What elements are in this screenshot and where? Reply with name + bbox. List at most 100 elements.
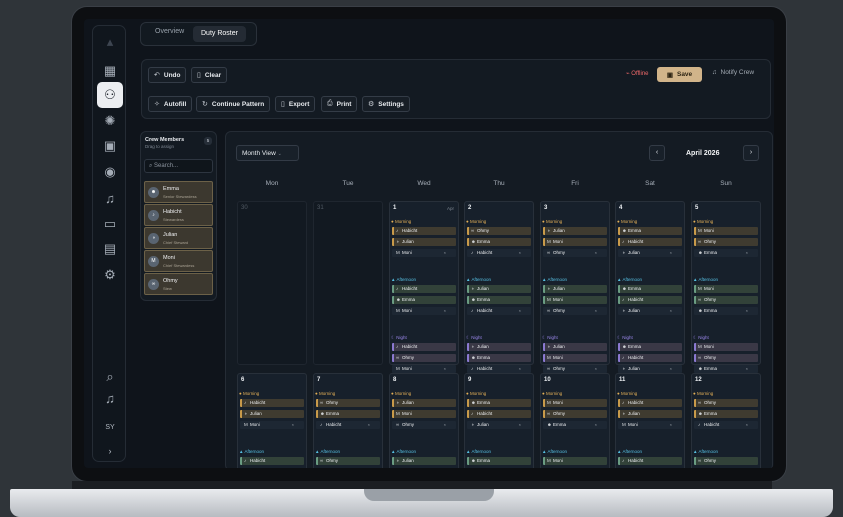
assigned-crew-chip[interactable]: ☻ Emma	[467, 238, 531, 246]
assigned-crew-chip[interactable]: ♪ Habicht ×	[467, 249, 531, 257]
bell-icon[interactable]: ♫	[99, 187, 121, 209]
next-month-button[interactable]: ›	[743, 145, 759, 161]
assigned-crew-chip[interactable]: ◑ Julian	[392, 399, 456, 407]
assigned-crew-chip[interactable]: ◑ Julian ×	[618, 307, 682, 315]
view-select[interactable]: Month View ⌄	[236, 145, 299, 161]
assigned-crew-chip[interactable]: ♪ Habicht	[392, 343, 456, 351]
expand-sidebar-icon[interactable]: ›	[93, 446, 127, 456]
assigned-crew-chip[interactable]: ◑ Julian	[467, 285, 531, 293]
assigned-crew-chip[interactable]: ♪ Habicht ×	[694, 421, 758, 429]
assigned-crew-chip[interactable]: ☻ Emma	[467, 399, 531, 407]
assigned-crew-chip[interactable]: M Moni	[543, 354, 607, 362]
assigned-crew-chip[interactable]: ☻ Emma	[618, 227, 682, 235]
assigned-crew-chip[interactable]: M Moni	[543, 457, 607, 465]
spinner-icon[interactable]: ✺	[99, 110, 121, 132]
day-cell[interactable]: 8 ● Morning ◑ Julian M Moni ∞ Ohmy × ▲ Afternoon ◑…	[389, 373, 459, 468]
user-avatar[interactable]: SY	[93, 424, 127, 431]
assigned-crew-chip[interactable]: ∞ Ohmy	[543, 410, 607, 418]
safe-icon[interactable]: ▣	[99, 135, 121, 157]
notify-crew-button[interactable]: ♫ Notify Crew	[712, 69, 754, 76]
assigned-crew-chip[interactable]: M Moni ×	[392, 307, 456, 315]
assigned-crew-chip[interactable]: ♪ Habicht ×	[467, 365, 531, 373]
assigned-crew-chip[interactable]: ☻ Emma	[467, 296, 531, 304]
remove-icon[interactable]: ×	[292, 421, 294, 429]
day-cell[interactable]: 10 ● Morning M Moni ∞ Ohmy ☻ Emma × ▲ Afternoon M M…	[540, 373, 610, 468]
day-cell[interactable]: 11 ● Morning ♪ Habicht ◑ Julian M Moni × ▲ Aftern…	[615, 373, 685, 468]
remove-icon[interactable]: ×	[595, 307, 597, 315]
assigned-crew-chip[interactable]: ♪ Habicht	[240, 457, 304, 465]
remove-icon[interactable]: ×	[519, 249, 521, 257]
day-cell[interactable]: 2 ● Morning ∞ Ohmy ☻ Emma ♪ Habicht × ▲ Afternoon…	[464, 201, 534, 373]
assigned-crew-chip[interactable]: ♪ Habicht	[618, 354, 682, 362]
clear-button[interactable]: ▯ Clear	[191, 67, 228, 83]
assigned-crew-chip[interactable]: ∞ Ohmy	[316, 399, 380, 407]
remove-icon[interactable]: ×	[519, 421, 521, 429]
assigned-crew-chip[interactable]: ◑ Julian	[543, 343, 607, 351]
save-button[interactable]: ▣ Save	[657, 67, 702, 82]
crew-member-card[interactable]: ∞ Ohmy Stew	[144, 273, 213, 295]
crew-search-input[interactable]: ⌕ Search...	[144, 159, 213, 173]
crew-member-card[interactable]: ◑ Julian Chief Steward	[144, 227, 213, 249]
assigned-crew-chip[interactable]: ☻ Emma	[618, 343, 682, 351]
assigned-crew-chip[interactable]: ♪ Habicht	[618, 399, 682, 407]
remove-icon[interactable]: ×	[444, 421, 446, 429]
assigned-crew-chip[interactable]: ◑ Julian	[392, 238, 456, 246]
print-button[interactable]: ⎙ Print	[321, 96, 358, 112]
remove-icon[interactable]: ×	[746, 421, 748, 429]
book-icon[interactable]: ▤	[99, 238, 121, 260]
assigned-crew-chip[interactable]: ☻ Emma	[618, 285, 682, 293]
remove-icon[interactable]: ×	[595, 365, 597, 373]
remove-icon[interactable]: ×	[670, 365, 672, 373]
day-cell[interactable]: 6 ● Morning ♪ Habicht ◑ Julian M Moni × ▲ Afterno…	[237, 373, 307, 468]
assigned-crew-chip[interactable]: M Moni ×	[392, 249, 456, 257]
remove-icon[interactable]: ×	[519, 365, 521, 373]
assigned-crew-chip[interactable]: ◑ Julian	[543, 285, 607, 293]
assigned-crew-chip[interactable]: ◑ Julian ×	[618, 249, 682, 257]
remove-icon[interactable]: ×	[670, 307, 672, 315]
assigned-crew-chip[interactable]: ☻ Emma	[467, 354, 531, 362]
remove-icon[interactable]: ×	[746, 365, 748, 373]
assigned-crew-chip[interactable]: M Moni ×	[618, 421, 682, 429]
chat-icon[interactable]: ▭	[99, 213, 121, 235]
remove-icon[interactable]: ×	[746, 249, 748, 257]
assigned-crew-chip[interactable]: ☻ Emma	[392, 296, 456, 304]
assigned-crew-chip[interactable]: ♪ Habicht ×	[316, 421, 380, 429]
tab-duty-roster[interactable]: Duty Roster	[193, 26, 246, 42]
day-cell[interactable]: 31	[313, 201, 383, 365]
assigned-crew-chip[interactable]: M Moni	[543, 296, 607, 304]
remove-icon[interactable]: ×	[670, 421, 672, 429]
assigned-crew-chip[interactable]: ☻ Emma ×	[694, 307, 758, 315]
assigned-crew-chip[interactable]: ◑ Julian	[240, 410, 304, 418]
undo-button[interactable]: ↶ Undo	[148, 67, 187, 83]
assigned-crew-chip[interactable]: ∞ Ohmy ×	[543, 249, 607, 257]
day-cell[interactable]: 12 ● Morning ∞ Ohmy ☻ Emma ♪ Habicht × ▲ Afternoo…	[691, 373, 761, 468]
day-cell[interactable]: 5 ● Morning M Moni ∞ Ohmy ☻ Emma × ▲ Afternoon M Mo…	[691, 201, 761, 373]
assigned-crew-chip[interactable]: ∞ Ohmy ×	[543, 307, 607, 315]
remove-icon[interactable]: ×	[368, 421, 370, 429]
prev-month-button[interactable]: ‹	[649, 145, 665, 161]
assigned-crew-chip[interactable]: ◑ Julian	[543, 227, 607, 235]
assigned-crew-chip[interactable]: ◑ Julian ×	[467, 421, 531, 429]
settings-button[interactable]: ⚙ Settings	[362, 96, 410, 112]
day-cell[interactable]: 3 ● Morning ◑ Julian M Moni ∞ Ohmy × ▲ Afternoon ◑…	[540, 201, 610, 373]
assigned-crew-chip[interactable]: ∞ Ohmy	[694, 296, 758, 304]
autofill-button[interactable]: ✧ Autofill	[148, 96, 193, 112]
assigned-crew-chip[interactable]: ∞ Ohmy	[694, 238, 758, 246]
assigned-crew-chip[interactable]: ◑ Julian	[467, 343, 531, 351]
continue-pattern-button[interactable]: ↻ Continue Pattern	[196, 96, 271, 112]
remove-icon[interactable]: ×	[444, 307, 446, 315]
export-button[interactable]: ▯ Export	[275, 96, 316, 112]
day-cell[interactable]: 9 ● Morning ☻ Emma ♪ Habicht ◑ Julian × ▲ Afterno…	[464, 373, 534, 468]
assigned-crew-chip[interactable]: ☻ Emma ×	[694, 365, 758, 373]
assigned-crew-chip[interactable]: ♪ Habicht	[618, 296, 682, 304]
assigned-crew-chip[interactable]: ♪ Habicht	[467, 410, 531, 418]
assigned-crew-chip[interactable]: ◑ Julian	[392, 457, 456, 465]
assigned-crew-chip[interactable]: ♪ Habicht	[240, 399, 304, 407]
day-cell[interactable]: 1 Apr ● Morning ♪ Habicht ◑ Julian M Moni × ▲ Afte…	[389, 201, 459, 373]
crew-member-card[interactable]: ☻ Emma Senior Stewardess	[144, 181, 213, 203]
assigned-crew-chip[interactable]: ☻ Emma	[467, 457, 531, 465]
assigned-crew-chip[interactable]: M Moni	[543, 238, 607, 246]
remove-icon[interactable]: ×	[746, 307, 748, 315]
assigned-crew-chip[interactable]: ∞ Ohmy	[694, 399, 758, 407]
assigned-crew-chip[interactable]: ♪ Habicht	[618, 457, 682, 465]
